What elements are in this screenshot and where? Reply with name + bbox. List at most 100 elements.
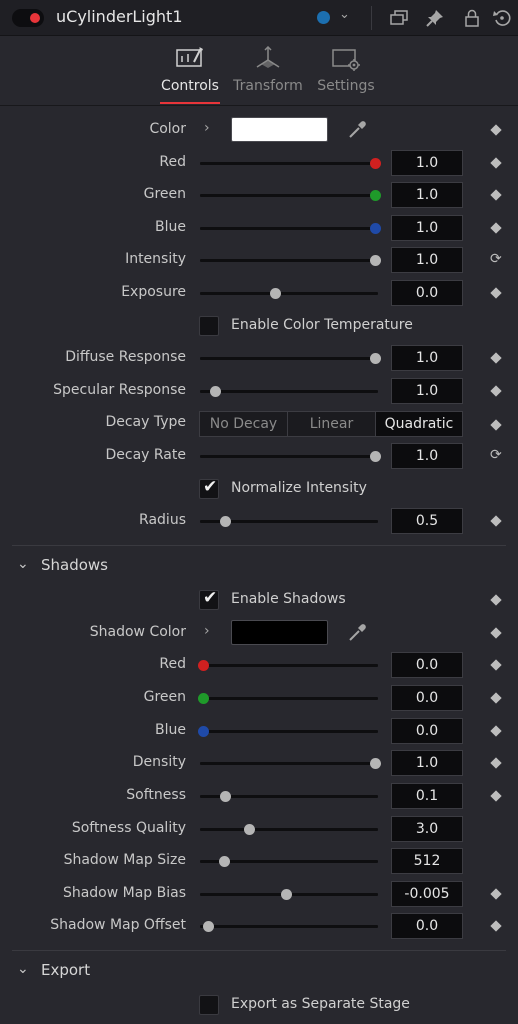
keyframe-icon[interactable] <box>490 124 502 136</box>
specular-response-slider-knob[interactable] <box>210 386 222 397</box>
exposure-slider-track[interactable] <box>200 292 378 295</box>
keyframe-icon[interactable] <box>490 757 502 769</box>
keyframe-icon[interactable] <box>490 287 502 299</box>
shadow-color-row: Shadow Color › <box>0 619 518 647</box>
export-separate-stage-checkbox[interactable] <box>199 995 219 1015</box>
decay-option-quadratic[interactable]: Quadratic <box>376 412 462 436</box>
eyedropper-icon[interactable] <box>346 119 368 141</box>
pin-icon[interactable] <box>425 8 445 28</box>
shadow-red-slider-knob[interactable] <box>198 660 209 671</box>
shadow-blue-slider-knob[interactable] <box>198 726 209 737</box>
reset-icon[interactable] <box>492 8 512 28</box>
power-toggle[interactable] <box>12 9 44 27</box>
shadows-section-header[interactable]: ⌄ Shadows <box>0 552 518 580</box>
softness-quality-value-field[interactable]: 3.0 <box>391 816 463 842</box>
red-value-field[interactable]: 1.0 <box>391 150 463 176</box>
keyframe-icon[interactable] <box>490 189 502 201</box>
intensity-slider-track[interactable] <box>200 259 378 262</box>
shadow-map-size-value-field[interactable]: 512 <box>391 848 463 874</box>
blue-value-field[interactable]: 1.0 <box>391 215 463 241</box>
exposure-value-field[interactable]: 0.0 <box>391 280 463 306</box>
enable-shadows-label[interactable]: Enable Shadows <box>231 591 346 607</box>
shadow-map-size-slider-knob[interactable] <box>218 856 230 867</box>
color-dot[interactable] <box>317 11 330 24</box>
softness-quality-slider-track[interactable] <box>200 828 378 831</box>
shadow-green-slider-track[interactable] <box>200 697 378 700</box>
shadow-blue-slider-track[interactable] <box>200 730 378 733</box>
shadow-color-swatch[interactable] <box>231 620 328 645</box>
keyframe-icon[interactable] <box>490 790 502 802</box>
keyframe-icon[interactable] <box>490 385 502 397</box>
specular-response-slider-track[interactable] <box>200 390 378 393</box>
shadow-green-slider-knob[interactable] <box>198 693 209 704</box>
decay-rate-slider-knob[interactable] <box>370 451 381 462</box>
reset-value-icon[interactable]: ⟳ <box>490 251 502 267</box>
green-slider-track[interactable] <box>200 194 378 197</box>
density-slider-track[interactable] <box>200 762 378 765</box>
keyframe-icon[interactable] <box>490 725 502 737</box>
shadow-red-value-field[interactable]: 0.0 <box>391 652 463 678</box>
shadow-map-offset-slider-knob[interactable] <box>203 921 215 932</box>
shadow-red-slider-track[interactable] <box>200 664 378 667</box>
decay-rate-value-field[interactable]: 1.0 <box>391 443 463 469</box>
keyframe-icon[interactable] <box>490 222 502 234</box>
shadow-green-value-field[interactable]: 0.0 <box>391 685 463 711</box>
decay-option-no-decay[interactable]: No Decay <box>200 412 287 436</box>
keyframe-icon[interactable] <box>490 920 502 932</box>
intensity-value-field[interactable]: 1.0 <box>391 247 463 273</box>
softness-value-field[interactable]: 0.1 <box>391 783 463 809</box>
tab-settings[interactable]: Settings <box>306 36 386 106</box>
tab-transform[interactable]: Transform <box>228 36 308 106</box>
reset-value-icon[interactable]: ⟳ <box>490 447 502 463</box>
keyframe-icon[interactable] <box>490 419 502 431</box>
shadow-map-bias-slider-knob[interactable] <box>280 889 292 900</box>
softness-slider-knob[interactable] <box>220 791 232 802</box>
keyframe-icon[interactable] <box>490 659 502 671</box>
blue-slider-track[interactable] <box>200 227 378 230</box>
intensity-slider-knob[interactable] <box>370 255 381 266</box>
decay-option-linear[interactable]: Linear <box>288 412 375 436</box>
normalize-intensity-label[interactable]: Normalize Intensity <box>231 480 367 496</box>
chevron-down-icon[interactable]: ⌄ <box>339 7 350 22</box>
density-slider-knob[interactable] <box>370 758 381 769</box>
decay-rate-slider-track[interactable] <box>200 455 378 458</box>
export-section-header[interactable]: ⌄ Export <box>0 957 518 985</box>
green-slider-knob[interactable] <box>370 190 381 201</box>
radius-slider-knob[interactable] <box>220 516 232 527</box>
enable-color-temperature-label[interactable]: Enable Color Temperature <box>231 317 413 333</box>
shadow-map-offset-slider-track[interactable] <box>200 925 378 928</box>
keyframe-icon[interactable] <box>490 352 502 364</box>
eyedropper-icon[interactable] <box>346 622 368 644</box>
node-title[interactable]: uCylinderLight1 <box>56 7 183 26</box>
diffuse-response-slider-knob[interactable] <box>370 353 381 364</box>
density-value-field[interactable]: 1.0 <box>391 750 463 776</box>
keyframe-icon[interactable] <box>490 515 502 527</box>
chevron-right-icon[interactable]: › <box>204 120 210 136</box>
keyframe-icon[interactable] <box>490 157 502 169</box>
versions-icon[interactable] <box>389 8 409 28</box>
chevron-right-icon[interactable]: › <box>204 623 210 639</box>
shadow-map-offset-value-field[interactable]: 0.0 <box>391 913 463 939</box>
lock-icon[interactable] <box>462 8 482 28</box>
density-label: Density <box>132 754 186 770</box>
keyframe-icon[interactable] <box>490 692 502 704</box>
red-slider-knob[interactable] <box>370 158 381 169</box>
diffuse-response-value-field[interactable]: 1.0 <box>391 345 463 371</box>
keyframe-icon[interactable] <box>490 627 502 639</box>
radius-value-field[interactable]: 0.5 <box>391 508 463 534</box>
shadow-map-bias-value-field[interactable]: -0.005 <box>391 881 463 907</box>
specular-response-value-field[interactable]: 1.0 <box>391 378 463 404</box>
export-separate-stage-label[interactable]: Export as Separate Stage <box>231 996 410 1012</box>
exposure-slider-knob[interactable] <box>270 288 282 299</box>
enable-color-temperature-checkbox[interactable] <box>199 316 219 336</box>
keyframe-icon[interactable] <box>490 888 502 900</box>
red-slider-track[interactable] <box>200 162 378 165</box>
blue-slider-knob[interactable] <box>370 223 381 234</box>
shadow-blue-value-field[interactable]: 0.0 <box>391 718 463 744</box>
color-swatch[interactable] <box>231 117 328 142</box>
diffuse-response-slider-track[interactable] <box>200 357 378 360</box>
keyframe-icon[interactable] <box>490 594 502 606</box>
green-value-field[interactable]: 1.0 <box>391 182 463 208</box>
softness-quality-slider-knob[interactable] <box>244 824 256 835</box>
tab-controls[interactable]: Controls <box>150 36 230 106</box>
